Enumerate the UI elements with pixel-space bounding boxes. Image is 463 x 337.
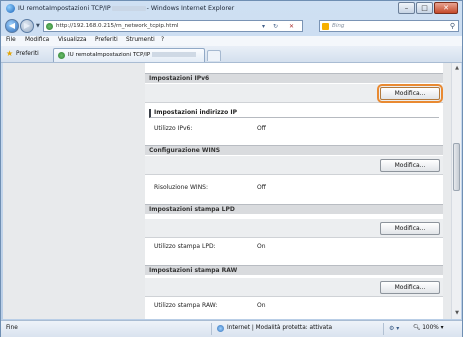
title-bar: IU remotaImpostazioni TCP/IP - Windows In… (1, 1, 462, 17)
scroll-down-icon[interactable]: ▼ (453, 309, 461, 317)
globe-icon (217, 325, 224, 332)
section-header-ipv6: Impostazioni IPv6 (145, 73, 443, 83)
page-icon (58, 52, 65, 59)
edit-button-wins[interactable]: Modifica... (380, 159, 440, 172)
scroll-thumb[interactable] (453, 143, 460, 191)
security-zone[interactable]: Internet | Modalità protetta: attivata (227, 325, 332, 331)
address-dropdown-icon[interactable]: ▾ (262, 23, 265, 30)
menu-bar: File Modifica Visualizza Preferiti Strum… (1, 36, 462, 46)
close-icon[interactable]: ✕ (434, 2, 458, 14)
browser-window: IU remotaImpostazioni TCP/IP - Windows In… (0, 0, 463, 337)
stop-icon[interactable]: ✕ (289, 23, 294, 30)
tab-label: IU remotaImpostazioni TCP/IP (68, 52, 197, 58)
addons-icon[interactable]: ⚙ ▾ (389, 325, 399, 332)
status-divider (211, 323, 212, 335)
forward-icon[interactable]: ▶ (20, 19, 34, 33)
maximize-icon[interactable]: □ (416, 2, 433, 14)
scroll-up-icon[interactable]: ▲ (453, 64, 461, 72)
row-value-ipv6: Off (257, 125, 266, 132)
row-label-wins: Risoluzione WINS: (154, 184, 209, 191)
history-dropdown-icon[interactable]: ▼ (36, 23, 40, 29)
favorites-button[interactable]: Preferiti (16, 51, 39, 57)
status-divider (383, 323, 384, 335)
row-value-raw: On (257, 302, 266, 309)
left-pane (3, 63, 138, 319)
star-icon[interactable]: ★ (6, 50, 13, 58)
url-text[interactable]: http://192.168.0.215/rn_network_tcpip.ht… (56, 23, 178, 29)
section-header-lpd: Impostazioni stampa LPD (145, 204, 443, 214)
settings-panel: Impostazioni IPv6 Modifica... Impostazio… (145, 63, 443, 319)
vertical-scrollbar[interactable]: ▲ ▼ (451, 63, 461, 319)
address-row: ◀ ▶ ▼ http://192.168.0.215/rn_network_tc… (1, 18, 462, 35)
ie-icon (6, 4, 15, 13)
new-tab-button[interactable] (207, 50, 221, 61)
window-title-suffix: - Windows Internet Explorer (146, 5, 235, 12)
edit-button-lpd[interactable]: Modifica... (380, 222, 440, 235)
row-value-wins: Off (257, 184, 266, 191)
section-actions-lpd: Modifica... (145, 218, 443, 238)
menu-visualizza[interactable]: Visualizza (58, 37, 87, 43)
section-title: Impostazioni IPv6 (149, 75, 210, 82)
row-label-raw: Utilizzo stampa RAW: (154, 302, 218, 309)
status-text: Fine (6, 325, 18, 331)
section-actions-wins: Modifica... (145, 155, 443, 175)
page-icon (46, 23, 53, 30)
tab-active[interactable]: IU remotaImpostazioni TCP/IP (53, 48, 205, 62)
zoom-level[interactable]: 🔍︎ 100% ▾ (413, 325, 444, 331)
window-controls: – □ ✕ (397, 2, 458, 14)
status-bar: Fine Internet | Modalità protetta: attiv… (1, 320, 462, 337)
menu-modifica[interactable]: Modifica (25, 37, 49, 43)
redacted-mask (152, 52, 197, 57)
row-label-ipv6: Utilizzo IPv6: (154, 125, 193, 132)
favorites-bar: ★ Preferiti IU remotaImpostazioni TCP/IP (1, 46, 462, 63)
minimize-icon[interactable]: – (398, 2, 415, 14)
window-title-prefix: IU remotaImpostazioni TCP/IP (18, 5, 111, 12)
section-actions-ipv6: Modifica... (145, 83, 443, 103)
section-header-raw: Impostazioni stampa RAW (145, 265, 443, 275)
search-box[interactable]: Bing ⚲ (319, 20, 459, 32)
redacted-mask (111, 5, 146, 11)
url-path: /rn_network_tcpip.html (114, 23, 179, 29)
tab-title: IU remotaImpostazioni TCP/IP (68, 52, 151, 58)
url-host: http://192.168.0.215 (56, 23, 115, 29)
section-actions-raw: Modifica... (145, 277, 443, 297)
subsection-header-ip: Impostazioni indirizzo IP (149, 109, 439, 118)
menu-preferiti[interactable]: Preferiti (95, 37, 118, 43)
content-viewport: Impostazioni IPv6 Modifica... Impostazio… (3, 63, 451, 319)
edit-button-raw[interactable]: Modifica... (380, 281, 440, 294)
edit-button-ipv6[interactable]: Modifica... (377, 84, 443, 103)
search-placeholder: Bing (332, 23, 345, 29)
row-value-lpd: On (257, 243, 266, 250)
back-icon[interactable]: ◀ (5, 19, 19, 33)
window-title: IU remotaImpostazioni TCP/IP - Windows In… (18, 5, 234, 12)
menu-strumenti[interactable]: Strumenti (126, 37, 155, 43)
subsection-title: Impostazioni indirizzo IP (154, 109, 237, 116)
menu-file[interactable]: File (6, 37, 16, 43)
section-title: Impostazioni stampa LPD (149, 206, 235, 213)
section-title: Impostazioni stampa RAW (149, 267, 238, 274)
address-bar[interactable]: http://192.168.0.215/rn_network_tcpip.ht… (43, 20, 303, 32)
section-header-wins: Configurazione WINS (145, 145, 443, 155)
refresh-icon[interactable]: ↻ (273, 23, 278, 30)
bing-icon (322, 23, 329, 30)
search-icon[interactable]: ⚲ (450, 22, 455, 30)
row-label-lpd: Utilizzo stampa LPD: (154, 243, 216, 250)
section-title: Configurazione WINS (149, 147, 221, 154)
menu-help[interactable]: ? (161, 37, 164, 43)
zoom-icon: 🔍︎ (413, 325, 421, 331)
zoom-value: 100% (422, 325, 439, 331)
